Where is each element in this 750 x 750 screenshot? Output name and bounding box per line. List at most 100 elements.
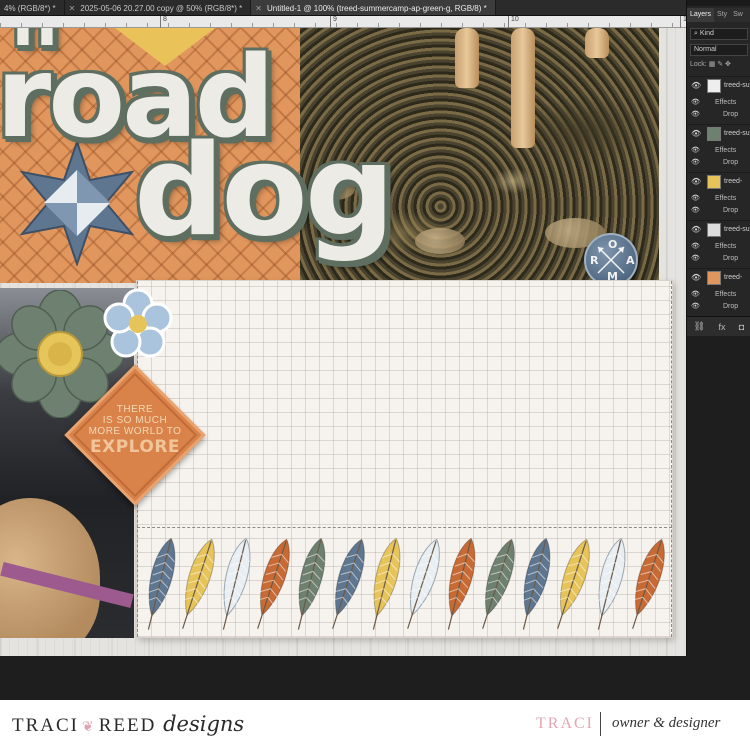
ruler-minor-tick [273,23,274,27]
dog-leg [455,28,479,88]
layer-name: treed- [724,178,743,185]
ruler-minor-tick [651,23,652,27]
effect-item-label: Drop [723,254,739,262]
effects-label: Effects [715,242,737,250]
feather-icon [296,537,326,630]
workspace-background [0,656,750,700]
feather-icon [257,538,290,629]
eye-icon[interactable]: 👁 [691,273,701,282]
eye-icon[interactable]: 👁 [691,158,701,166]
tab-styles[interactable]: Sty [714,8,730,22]
mask-icon[interactable]: ◘ [739,322,744,332]
brand-name-last: REED [98,715,157,736]
layer-row[interactable]: 👁 treed-su [687,220,750,238]
close-icon[interactable]: ✕ [255,4,262,13]
ruler-minor-tick [42,23,43,27]
eye-icon[interactable]: 👁 [691,194,701,202]
screenshot-root: 4% (RGB/8*) * ✕ 2025-05-06 20.27.00 copy … [0,0,750,750]
lock-label: Lock: [690,61,707,68]
ruler-minor-tick [378,23,379,27]
layer-name: treed- [724,274,743,281]
link-icon[interactable]: ⛓ [694,321,705,332]
ruler-label: 8 [163,16,167,23]
filter-label: Kind [699,30,714,37]
eye-icon[interactable]: 👁 [691,290,701,298]
layer-filter-dropdown[interactable]: ⌕ Kind [690,28,748,40]
eye-icon[interactable]: 👁 [691,225,701,234]
effects-label: Effects [715,146,737,154]
layer-effects-row[interactable]: 👁 Effects [687,240,750,252]
layer-name: treed-su [724,82,750,89]
eye-icon[interactable]: 👁 [691,129,701,138]
layer-row[interactable]: 👁 treed- [687,268,750,286]
layer-thumbnail [707,126,721,141]
eye-icon[interactable]: 👁 [691,206,701,214]
layer-effect-item[interactable]: 👁 Drop [687,204,750,216]
document-tab-active[interactable]: ✕ Untitled-1 @ 100% (treed-summercamp-ap-… [251,0,496,15]
document-tab-bar: 4% (RGB/8*) * ✕ 2025-05-06 20.27.00 copy … [0,0,686,16]
sign-line: IS SO MUCH [102,415,168,426]
lock-row: Lock: ▦ ✎ ✥ [690,60,750,72]
layer-name: treed-su [724,130,750,137]
layer-effects-row[interactable]: 👁 Effects [687,288,750,300]
eye-icon[interactable]: 👁 [691,81,701,90]
layer-effects-row[interactable]: 👁 Effects [687,96,750,108]
layer-row[interactable]: 👁 treed- [687,172,750,190]
eye-icon[interactable]: 👁 [691,98,701,106]
eye-icon[interactable]: 👁 [691,110,701,118]
dog-leg [511,28,535,148]
heart-icon: ❦ [82,720,96,735]
fx-icon[interactable]: fx [718,322,725,332]
tab-label: 2025-05-06 20.27.00 copy @ 50% (RGB/8*) … [80,3,243,13]
ruler-minor-tick [441,23,442,27]
tab-layers[interactable]: Layers [687,8,715,22]
feather-icon [407,538,440,629]
ruler-minor-tick [672,23,673,27]
lock-icon[interactable]: ▦ ✎ ✥ [709,61,731,68]
eye-icon[interactable]: 👁 [691,302,701,310]
eye-icon[interactable]: 👁 [691,146,701,154]
layer-effect-item[interactable]: 👁 Drop [687,252,750,264]
blue-flower-embellishment [102,288,174,360]
blend-mode-dropdown[interactable]: Normal [690,44,748,56]
tab-swatches[interactable]: Sw [730,8,746,22]
feather-icon [371,537,401,630]
layer-effect-item[interactable]: 👁 Drop [687,108,750,120]
eye-icon[interactable]: 👁 [691,254,701,262]
feather-icon [482,538,515,629]
ruler-minor-tick [105,23,106,27]
brand-logo: TRACI ❦ REED designs [12,712,244,737]
ruler-minor-tick [504,23,505,27]
horizontal-ruler[interactable]: 8 9 10 11 [0,16,690,28]
brand-script: designs [163,712,245,736]
document-tab[interactable]: 4% (RGB/8*) * [0,0,65,15]
layer-effect-item[interactable]: 👁 Drop [687,300,750,312]
ruler-minor-tick [588,23,589,27]
ruler-minor-tick [399,23,400,27]
feather-icon [182,538,215,629]
ruler-minor-tick [294,23,295,27]
layer-effects-row[interactable]: 👁 Effects [687,144,750,156]
ruler-minor-tick [357,23,358,27]
crossed-arrows-icon [597,246,625,274]
ruler-minor-tick [21,23,22,27]
ruler-minor-tick [210,23,211,27]
ruler-minor-tick [84,23,85,27]
eye-icon[interactable]: 👁 [691,242,701,250]
document-tab[interactable]: ✕ 2025-05-06 20.27.00 copy @ 50% (RGB/8*)… [65,0,252,15]
document-canvas[interactable]: n road dog O R A M [0,28,686,656]
layer-row[interactable]: 👁 treed-su [687,124,750,142]
layer-effect-item[interactable]: 👁 Drop [687,156,750,168]
layer-effects-row[interactable]: 👁 Effects [687,192,750,204]
layer-row[interactable]: 👁 treed-su [687,76,750,94]
ruler-minor-tick [126,23,127,27]
feather-icon [221,537,251,630]
ruler-minor-tick [0,23,1,27]
layer-thumbnail [707,78,721,93]
owner-name: TRACI [536,715,594,732]
close-icon[interactable]: ✕ [69,4,76,13]
eye-icon[interactable]: 👁 [691,177,701,186]
layers-panel: Layers Sty Sw ⌕ Kind Normal Lock: ▦ ✎ ✥ … [686,0,750,656]
stream-rock [415,228,465,254]
feather-border [146,537,665,630]
